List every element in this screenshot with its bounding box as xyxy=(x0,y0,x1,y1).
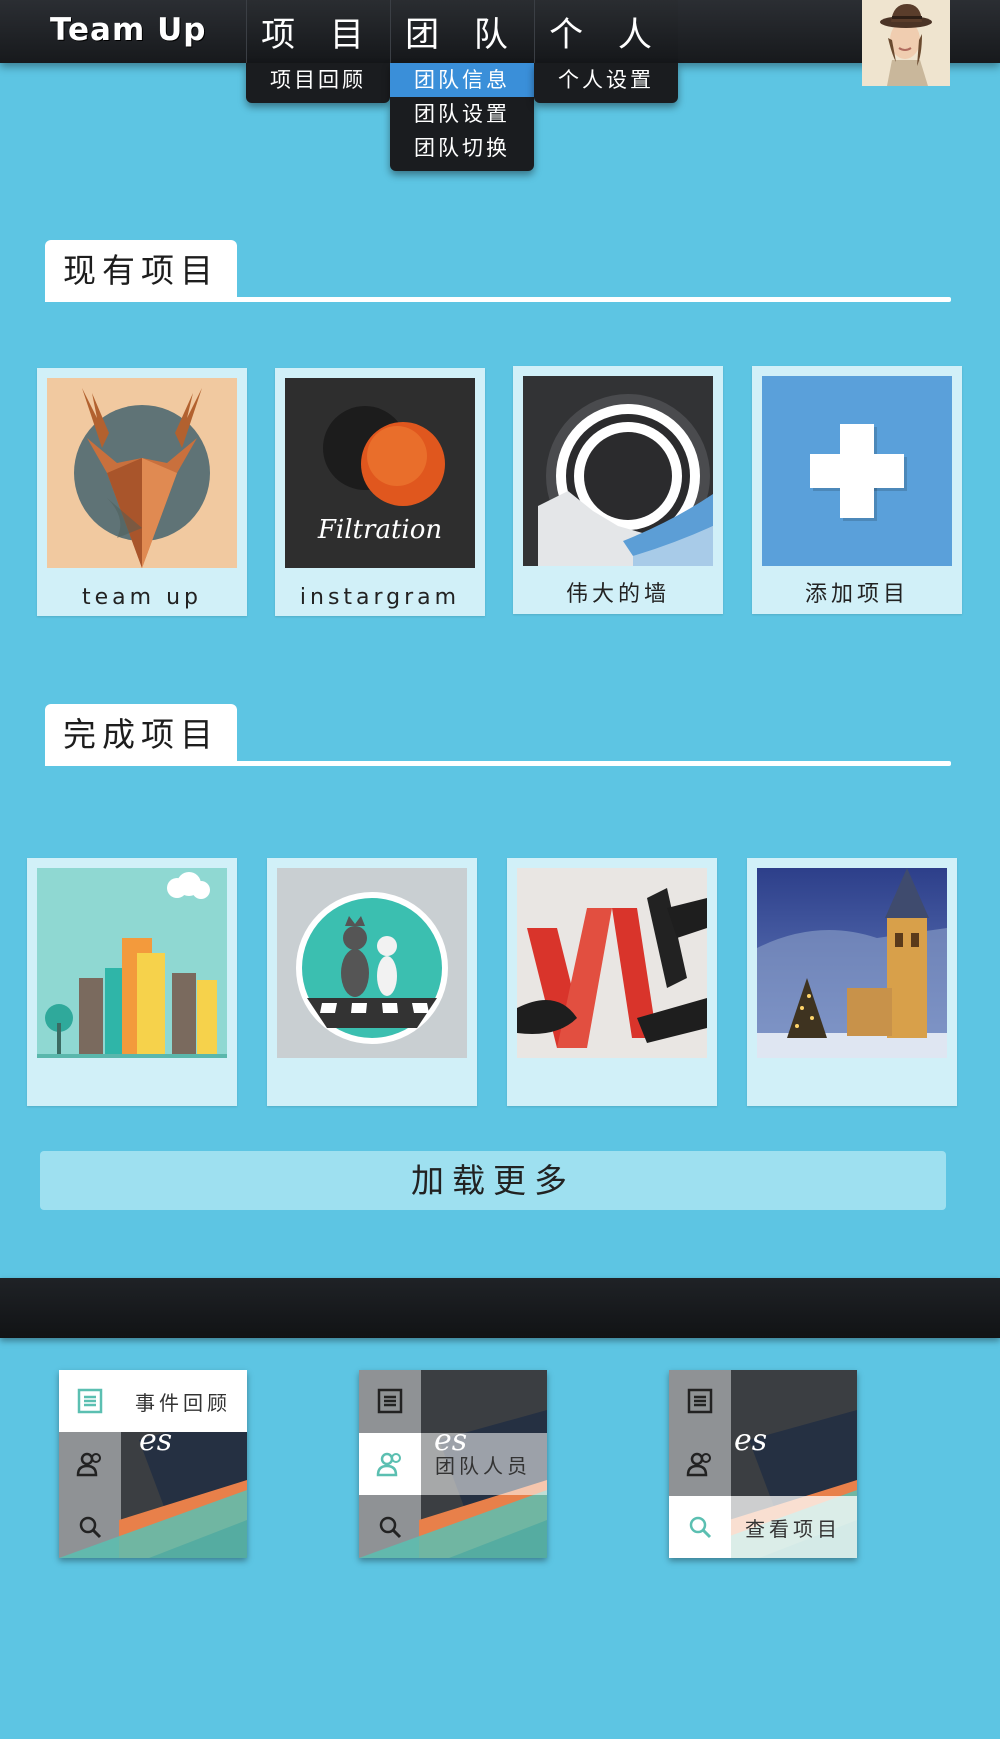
avatar[interactable] xyxy=(862,0,950,86)
menu-projects: 项 目 项目回顾 xyxy=(246,0,390,103)
current-projects-header: 现有项目 xyxy=(45,240,951,302)
menu-item-project-review[interactable]: 项目回顾 xyxy=(246,63,390,97)
menu-team-dropdown: 团队信息 团队设置 团队切换 xyxy=(390,63,534,171)
add-project-image xyxy=(762,376,952,566)
filtration-logo-image: Filtration xyxy=(285,378,475,568)
menu-item-personal-settings[interactable]: 个人设置 xyxy=(534,63,678,97)
add-project-button[interactable]: 添加项目 xyxy=(752,366,962,614)
search-icon xyxy=(359,1496,421,1558)
list-icon xyxy=(59,1370,121,1432)
feature-tile-projects[interactable]: es 查看项目 xyxy=(669,1370,857,1558)
section-divider xyxy=(45,297,951,302)
finished-card-letters[interactable] xyxy=(507,858,717,1106)
chess-cats-image xyxy=(277,868,467,1058)
feature-tile-team[interactable]: es 团队人员 xyxy=(359,1370,547,1558)
people-icon xyxy=(359,1433,421,1495)
footer-dark-bar xyxy=(0,1278,1000,1338)
menu-personal: 个 人 个人设置 xyxy=(534,0,678,103)
tile-row[interactable]: 查看项目 xyxy=(669,1496,857,1558)
tile-row[interactable] xyxy=(59,1433,247,1495)
red-letters-image xyxy=(517,868,707,1058)
menu-team: 团 队 团队信息 团队设置 团队切换 xyxy=(390,0,534,171)
tile-label: 团队人员 xyxy=(435,1453,531,1478)
list-icon xyxy=(669,1370,731,1432)
search-icon xyxy=(59,1496,121,1558)
snowy-church-image xyxy=(757,868,947,1058)
finished-card-city[interactable] xyxy=(27,858,237,1106)
tile-row[interactable] xyxy=(669,1370,857,1432)
tile-row[interactable]: 事件回顾 xyxy=(59,1370,247,1432)
people-icon xyxy=(59,1433,121,1495)
card-caption: 伟大的墙 xyxy=(565,582,670,607)
project-card-instargram[interactable]: Filtration instargram xyxy=(275,368,485,616)
project-card-great-wall[interactable]: 伟大的墙 xyxy=(513,366,723,614)
card-caption: 添加项目 xyxy=(804,582,909,607)
plus-icon xyxy=(810,424,907,521)
project-card-team-up[interactable]: team up xyxy=(37,368,247,616)
card-caption: team up xyxy=(82,585,202,610)
tile-row[interactable] xyxy=(669,1433,857,1495)
section-divider xyxy=(45,761,951,766)
menu-projects-title[interactable]: 项 目 xyxy=(246,0,390,63)
finished-card-chess[interactable] xyxy=(267,858,477,1106)
tile-label: 查看项目 xyxy=(745,1516,841,1541)
finished-projects-header: 完成项目 xyxy=(45,704,951,766)
search-icon xyxy=(669,1496,731,1558)
origami-deer-image xyxy=(47,378,237,568)
svg-text:Filtration: Filtration xyxy=(317,515,442,545)
great-wall-rings-image xyxy=(523,376,713,566)
city-buildings-image xyxy=(37,868,227,1058)
tile-label: 事件回顾 xyxy=(135,1390,231,1415)
tile-row[interactable] xyxy=(359,1496,547,1558)
finished-card-church[interactable] xyxy=(747,858,957,1106)
people-icon xyxy=(669,1433,731,1495)
tile-row[interactable]: 团队人员 xyxy=(359,1433,547,1495)
menu-personal-title[interactable]: 个 人 xyxy=(534,0,678,63)
list-icon xyxy=(359,1370,421,1432)
menu-item-team-settings[interactable]: 团队设置 xyxy=(390,97,534,131)
menu-item-team-info[interactable]: 团队信息 xyxy=(390,63,534,97)
feature-tile-events[interactable]: es 事件回顾 xyxy=(59,1370,247,1558)
card-caption: instargram xyxy=(299,585,461,610)
tile-row[interactable] xyxy=(59,1496,247,1558)
app-logo[interactable]: Team Up xyxy=(50,12,206,48)
tile-row[interactable] xyxy=(359,1370,547,1432)
current-projects-title: 现有项目 xyxy=(45,240,237,302)
menu-team-title[interactable]: 团 队 xyxy=(390,0,534,63)
load-more-button[interactable]: 加载更多 xyxy=(40,1151,946,1210)
menu-item-team-switch[interactable]: 团队切换 xyxy=(390,131,534,165)
finished-projects-title: 完成项目 xyxy=(45,704,237,766)
menu-personal-dropdown: 个人设置 xyxy=(534,63,678,103)
menu-projects-dropdown: 项目回顾 xyxy=(246,63,390,103)
